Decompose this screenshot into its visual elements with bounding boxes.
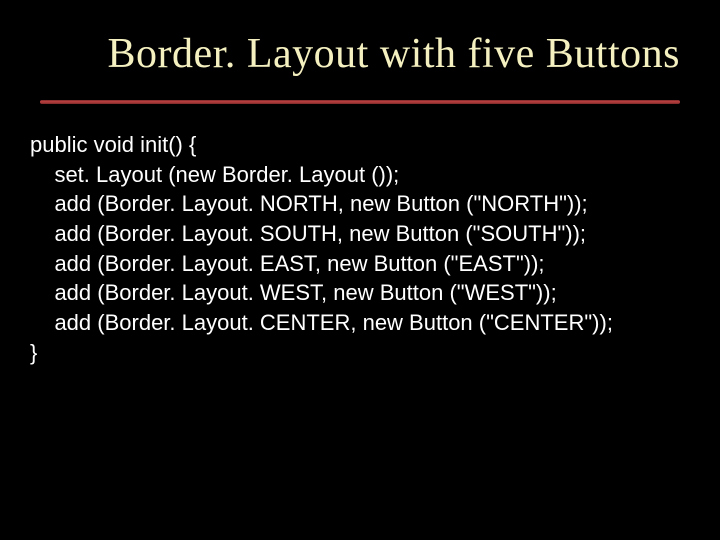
slide: Border. Layout with five Buttons public …	[0, 0, 720, 540]
code-block: public void init() { set. Layout (new Bo…	[0, 104, 720, 368]
divider-wrap	[0, 78, 720, 104]
slide-title: Border. Layout with five Buttons	[0, 0, 720, 78]
